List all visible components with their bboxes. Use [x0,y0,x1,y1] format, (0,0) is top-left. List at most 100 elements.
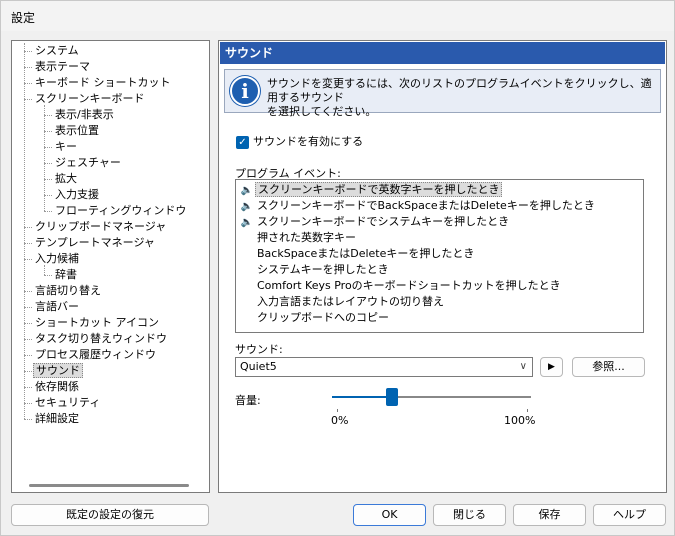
tree-item-label: 言語切り替え [35,284,101,297]
tree-item-label: 言語バー [35,300,79,313]
event-list-item-label: スクリーンキーボードで英数字キーを押したとき [255,182,503,197]
tree-item-label: 入力候補 [35,252,79,265]
tree-item[interactable]: 言語切り替え [33,283,103,299]
volume-slider-thumb[interactable] [386,388,398,406]
tree-item[interactable]: 表示/非表示 [53,107,116,123]
volume-min-label: 0% [331,414,349,427]
sound-select[interactable]: Quiet5 ∨ [235,357,533,377]
tree-item-label: 表示テーマ [35,60,90,73]
event-list-item[interactable]: 🔈 スクリーンキーボードで英数字キーを押したとき [239,182,503,198]
tree-connector [24,323,32,324]
tree-item-label: ジェスチャー [55,156,121,169]
browse-button[interactable]: 参照... [572,357,645,377]
tree-item[interactable]: ショートカット アイコン [33,315,161,331]
tree-item[interactable]: セキュリティ [33,395,102,411]
tree-connector [44,163,52,164]
volume-max-label: 100% [504,414,536,427]
tree-item[interactable]: キー [53,139,79,155]
sound-panel: サウンド i サウンドを変更するには、次のリストのプログラムイベントをクリックし… [218,40,667,493]
tree-item[interactable]: 表示テーマ [33,59,92,75]
tree-item[interactable]: 表示位置 [53,123,101,139]
event-list-item-label: Comfort Keys Proのキーボードショートカットを押したとき [257,279,561,292]
sound-label: サウンド: [235,343,283,356]
event-list-item[interactable]: クリップボードへのコピー [239,310,391,326]
event-list-item-label: クリップボードへのコピー [257,311,389,324]
sound-select-value: Quiet5 [240,360,277,373]
help-button[interactable]: ヘルプ [593,504,666,526]
tree-connector [44,195,52,196]
info-line-2: を選択してください。 [267,105,377,118]
tree-item[interactable]: ジェスチャー [53,155,123,171]
tree-connector [24,403,32,404]
tree-connector [44,115,52,116]
tree-item[interactable]: フローティングウィンドウ [53,203,188,219]
tree-item-label: セキュリティ [35,396,101,409]
tree-item[interactable]: 拡大 [53,171,79,187]
tree-item[interactable]: システム [33,43,81,59]
volume-slider-fill [332,396,392,398]
chevron-down-icon[interactable]: ∨ [520,358,527,376]
tree-item-label: クリップボードマネージャ [35,220,167,233]
program-events-list[interactable]: 🔈 スクリーンキーボードで英数字キーを押したとき 🔈 スクリーンキーボードでBackS… [235,179,644,333]
tree-item-label: キー [55,140,77,153]
tree-item[interactable]: テンプレートマネージャ [33,235,157,251]
tree-item-label: 入力支援 [55,188,99,201]
volume-label: 音量: [235,394,261,407]
volume-slider-track[interactable] [332,396,531,398]
tree-connector [24,339,32,340]
tree-item[interactable]: 入力支援 [53,187,101,203]
event-list-item[interactable]: 🔈 スクリーンキーボードでBackSpaceまたはDeleteキーを押したとき [239,198,597,214]
tree-item[interactable]: プロセス履歴ウィンドウ [33,347,158,363]
enable-sound-label: サウンドを有効にする [253,135,364,148]
tree-connector [24,259,32,260]
save-button[interactable]: 保存 [513,504,586,526]
tree-connector [24,291,32,292]
play-button[interactable]: ▶ [540,357,563,377]
event-list-item[interactable]: 入力言語またはレイアウトの切り替え [239,294,446,310]
tree-connector [44,131,52,132]
tree-connector [24,99,32,100]
event-list-item-label: BackSpaceまたはDeleteキーを押したとき [257,247,475,260]
tree-item-label: キーボード ショートカット [35,76,171,89]
horizontal-scrollbar[interactable] [29,484,189,487]
tree-connector [24,307,32,308]
tree-connector [24,67,32,68]
panel-title: サウンド [220,42,665,64]
speaker-icon: 🔈 [240,185,254,196]
event-list-item[interactable]: Comfort Keys Proのキーボードショートカットを押したとき [239,278,563,294]
tree-item[interactable]: タスク切り替えウィンドウ [33,331,169,347]
tree-item[interactable]: サウンド [33,363,83,379]
tree-item[interactable]: 詳細設定 [33,411,81,427]
enable-sound-checkbox[interactable]: ✓ サウンドを有効にする [236,135,363,151]
tree-item-label: 表示位置 [55,124,99,137]
tree-connector [24,371,32,372]
tree-item[interactable]: 辞書 [53,267,79,283]
tree-item[interactable]: 言語バー [33,299,81,315]
event-list-item[interactable]: システムキーを押したとき [239,262,391,278]
info-icon: i [230,76,260,106]
tree-item-label: プロセス履歴ウィンドウ [35,348,156,361]
tree-item[interactable]: クリップボードマネージャ [33,219,168,235]
tree-item[interactable]: 入力候補 [33,251,81,267]
checkmark-icon[interactable]: ✓ [236,135,249,149]
tree-connector [24,243,32,244]
ok-button[interactable]: OK [353,504,426,526]
speaker-icon: 🔈 [240,201,254,212]
tree-connector [44,211,52,212]
tree-connector [24,51,32,52]
close-button[interactable]: 閉じる [433,504,506,526]
tree-item-label: ショートカット アイコン [35,316,159,329]
event-list-item[interactable]: 🔈 スクリーンキーボードでシステムキーを押したとき [239,214,511,230]
restore-defaults-button[interactable]: 既定の設定の復元 [11,504,209,526]
tree-connector [24,419,32,420]
settings-tree[interactable]: システム 表示テーマキーボード ショートカット スクリーンキーボード 表示/非表示 表示… [11,40,210,493]
window-title: 設定 [11,11,36,25]
play-icon: ▶ [548,362,555,372]
tree-connector [44,265,45,275]
tree-item[interactable]: 依存関係 [33,379,81,395]
event-list-item[interactable]: 押された英数字キー [239,230,358,246]
speaker-icon: 🔈 [240,217,254,228]
tree-item[interactable]: スクリーンキーボード [33,91,146,107]
event-list-item[interactable]: BackSpaceまたはDeleteキーを押したとき [239,246,476,262]
tree-item[interactable]: キーボード ショートカット [33,75,173,91]
